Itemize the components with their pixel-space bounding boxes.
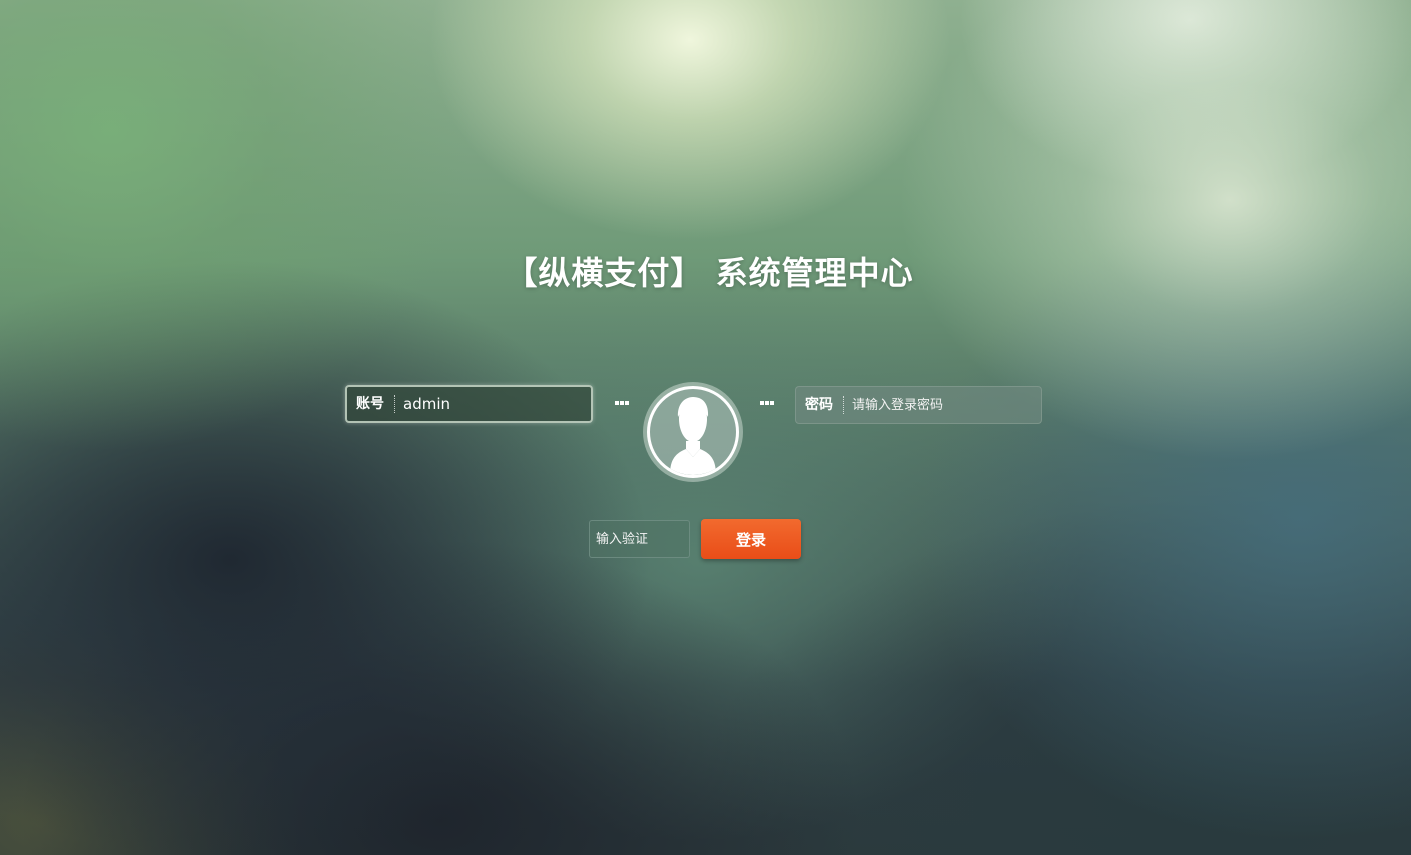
login-button[interactable]: 登录 bbox=[701, 519, 801, 559]
page-title: 【纵横支付】 系统管理中心 bbox=[505, 254, 914, 292]
dots-separator-right bbox=[760, 401, 774, 405]
captcha-field[interactable] bbox=[589, 520, 690, 558]
dots-separator-left bbox=[615, 401, 629, 405]
account-input[interactable] bbox=[395, 387, 591, 421]
user-avatar-icon bbox=[670, 397, 716, 475]
account-label: 账号 bbox=[347, 395, 395, 413]
avatar bbox=[643, 382, 743, 482]
password-label: 密码 bbox=[796, 396, 844, 414]
password-input[interactable] bbox=[844, 387, 1041, 423]
captcha-input[interactable] bbox=[590, 521, 689, 557]
account-field[interactable]: 账号 bbox=[345, 385, 593, 423]
password-field[interactable]: 密码 bbox=[795, 386, 1042, 424]
